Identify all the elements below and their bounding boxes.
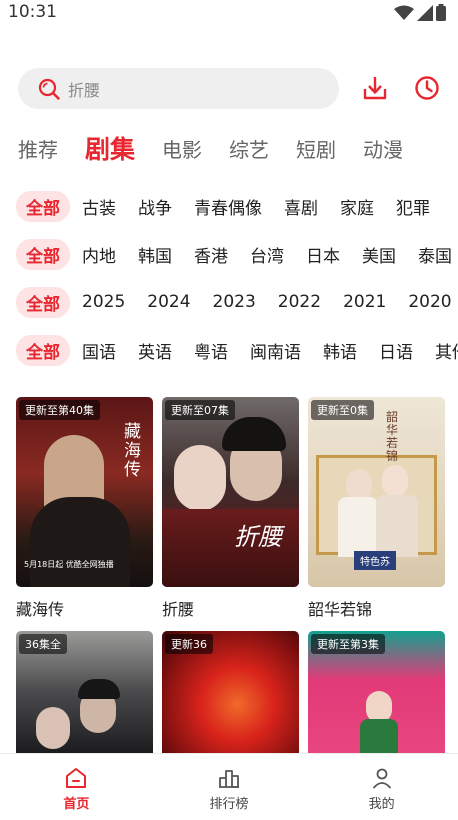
filter-chip-selected[interactable]: 全部 bbox=[16, 190, 70, 222]
filter-chip[interactable]: 犯罪 bbox=[396, 194, 430, 219]
nav-profile[interactable]: 我的 bbox=[305, 754, 458, 820]
card-title: 藏海传 bbox=[16, 600, 65, 619]
drama-card[interactable]: 折腰 更新至07集 折腰 bbox=[162, 397, 299, 620]
episode-badge: 更新至第40集 bbox=[19, 400, 100, 420]
tab-series[interactable]: 剧集 bbox=[85, 130, 135, 166]
poster-caption: 5月18日起 优酷全网独播 bbox=[24, 560, 114, 569]
filter-chip[interactable]: 其他 bbox=[435, 338, 458, 363]
filter-chip[interactable]: 英语 bbox=[138, 338, 172, 363]
search-icon bbox=[38, 78, 60, 100]
filter-chip[interactable]: 国语 bbox=[82, 338, 116, 363]
download-icon bbox=[363, 77, 387, 100]
filter-chip[interactable]: 2025 bbox=[82, 292, 125, 312]
ranking-icon bbox=[219, 770, 239, 788]
nav-ranking-label: 排行榜 bbox=[209, 797, 249, 812]
filter-chip[interactable]: 闽南语 bbox=[250, 338, 301, 363]
poster-title-text: 藏海传 bbox=[124, 422, 141, 480]
poster-image: 36集全 bbox=[16, 631, 153, 753]
nav-profile-label: 我的 bbox=[368, 797, 395, 812]
nav-ranking[interactable]: 排行榜 bbox=[153, 754, 306, 820]
poster-image: 更新至第3集 bbox=[308, 631, 445, 753]
filter-chip[interactable]: 2023 bbox=[213, 292, 256, 312]
search-bar[interactable]: 折腰 bbox=[18, 68, 339, 109]
drama-card[interactable]: 藏海传 5月18日起 优酷全网独播 更新至第40集 藏海传 bbox=[16, 397, 153, 620]
filter-chip[interactable]: 日本 bbox=[306, 242, 340, 267]
filter-chip-selected[interactable]: 全部 bbox=[16, 238, 70, 270]
filter-chip[interactable]: 台湾 bbox=[250, 242, 284, 267]
battery-icon bbox=[436, 4, 446, 21]
status-icons bbox=[394, 4, 446, 21]
poster-title-text: 折腰 bbox=[234, 523, 282, 551]
filter-chip[interactable]: 韩语 bbox=[323, 338, 357, 363]
filter-chip[interactable]: 家庭 bbox=[340, 194, 374, 219]
download-button[interactable] bbox=[361, 74, 389, 102]
status-time: 10:31 bbox=[8, 2, 57, 22]
tab-recommend[interactable]: 推荐 bbox=[18, 134, 58, 163]
history-button[interactable] bbox=[413, 74, 441, 102]
user-icon bbox=[372, 768, 391, 789]
poster-caption: 特色苏 bbox=[354, 551, 396, 570]
poster-title-text: 韶华若锦 bbox=[386, 410, 399, 463]
drama-card[interactable]: 韶华若锦 特色苏 更新至0集 韶华若锦 bbox=[308, 397, 445, 620]
poster-image: 更新36 bbox=[162, 631, 299, 753]
filter-chip[interactable]: 韩国 bbox=[138, 242, 172, 267]
filter-chip[interactable]: 战争 bbox=[138, 194, 172, 219]
drama-card[interactable]: 更新36 bbox=[162, 631, 299, 753]
filter-row-language: 全部 国语 英语 粤语 闽南语 韩语 日语 其他 bbox=[16, 334, 458, 366]
episode-badge: 36集全 bbox=[19, 634, 67, 654]
filter-chip[interactable]: 内地 bbox=[82, 242, 116, 267]
filter-chip[interactable]: 青春偶像 bbox=[194, 194, 262, 219]
filter-chip[interactable]: 2020 bbox=[408, 292, 451, 312]
episode-badge: 更新36 bbox=[165, 634, 213, 654]
bottom-nav: 首页 排行榜 我的 bbox=[0, 753, 458, 820]
filter-chip[interactable]: 2024 bbox=[147, 292, 190, 312]
filter-chip[interactable]: 喜剧 bbox=[284, 194, 318, 219]
search-placeholder: 折腰 bbox=[68, 80, 101, 100]
filter-chip[interactable]: 2022 bbox=[278, 292, 321, 312]
poster-image: 藏海传 5月18日起 优酷全网独播 更新至第40集 bbox=[16, 397, 153, 587]
tab-variety[interactable]: 综艺 bbox=[229, 134, 269, 163]
card-title: 韶华若锦 bbox=[308, 600, 373, 619]
tab-short-drama[interactable]: 短剧 bbox=[296, 134, 336, 163]
filter-chip[interactable]: 美国 bbox=[362, 242, 396, 267]
clock-icon bbox=[415, 76, 439, 100]
filter-row-region: 全部 内地 韩国 香港 台湾 日本 美国 泰国 bbox=[16, 238, 458, 270]
wifi-icon bbox=[394, 5, 414, 20]
poster-image: 折腰 更新至07集 bbox=[162, 397, 299, 587]
episode-badge: 更新至第3集 bbox=[311, 634, 385, 654]
filter-chip[interactable]: 2021 bbox=[343, 292, 386, 312]
signal-icon bbox=[417, 4, 433, 21]
tab-movies[interactable]: 电影 bbox=[162, 134, 202, 163]
tab-anime[interactable]: 动漫 bbox=[363, 134, 403, 163]
status-bar: 10:31 bbox=[0, 0, 458, 24]
filter-chip-selected[interactable]: 全部 bbox=[16, 286, 70, 318]
filter-chip[interactable]: 古装 bbox=[82, 194, 116, 219]
category-tabs: 推荐 剧集 电影 综艺 短剧 动漫 bbox=[18, 128, 430, 168]
card-title: 折腰 bbox=[162, 600, 195, 619]
poster-image: 韶华若锦 特色苏 更新至0集 bbox=[308, 397, 445, 587]
episode-badge: 更新至07集 bbox=[165, 400, 235, 420]
drama-card[interactable]: 36集全 bbox=[16, 631, 153, 753]
filter-chip[interactable]: 泰国 bbox=[418, 242, 452, 267]
filter-row-year: 全部 2025 2024 2023 2022 2021 2020 bbox=[16, 286, 458, 318]
filter-chip[interactable]: 香港 bbox=[194, 242, 228, 267]
nav-home-label: 首页 bbox=[63, 797, 90, 812]
filter-chip[interactable]: 日语 bbox=[379, 338, 413, 363]
filter-chip[interactable]: 粤语 bbox=[194, 338, 228, 363]
filter-row-genre: 全部 古装 战争 青春偶像 喜剧 家庭 犯罪 bbox=[16, 190, 458, 222]
filter-chip-selected[interactable]: 全部 bbox=[16, 334, 70, 366]
home-icon bbox=[66, 768, 87, 788]
drama-card[interactable]: 更新至第3集 bbox=[308, 631, 445, 753]
nav-home[interactable]: 首页 bbox=[0, 754, 153, 820]
episode-badge: 更新至0集 bbox=[311, 400, 374, 420]
